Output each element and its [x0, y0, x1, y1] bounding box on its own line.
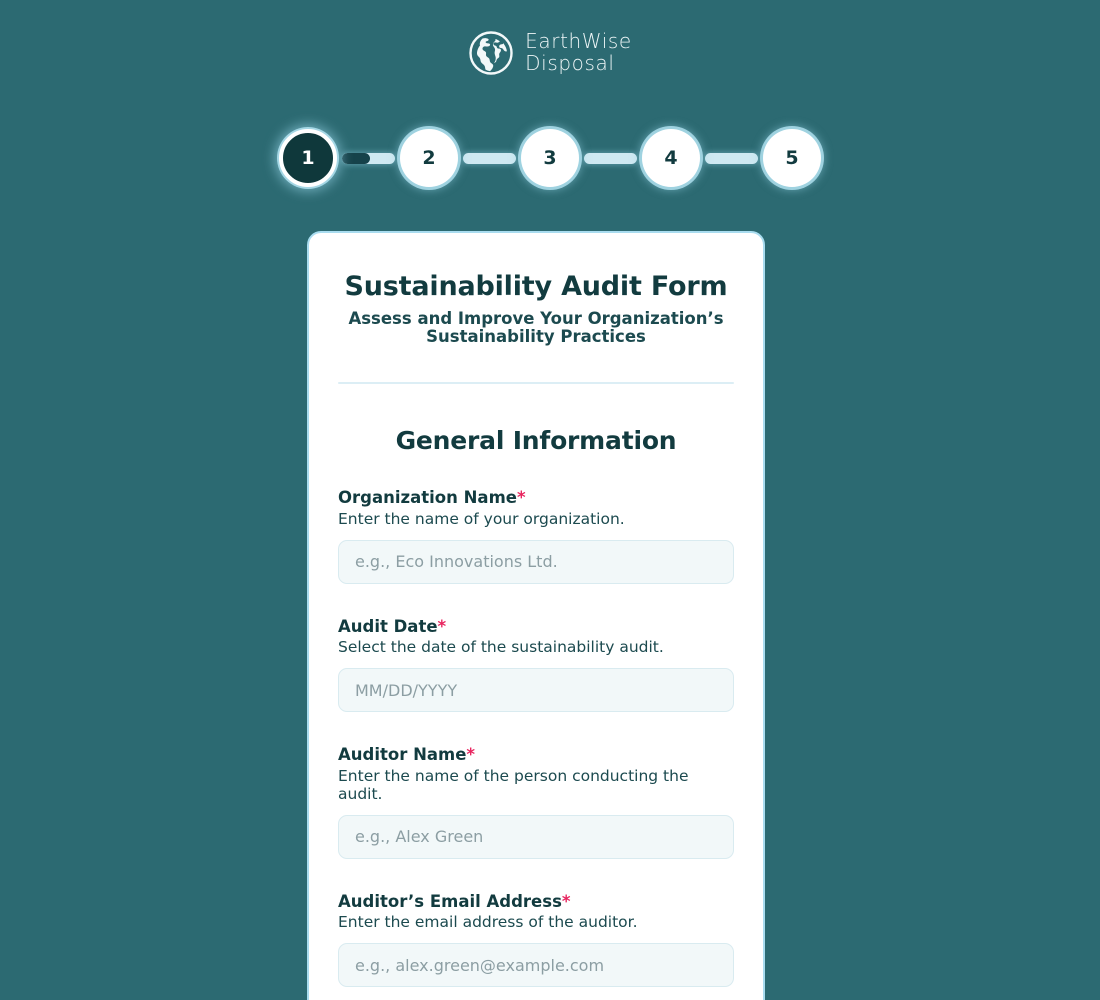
field-help-auditor-name: Enter the name of the person conducting … — [338, 766, 689, 803]
required-asterisk: * — [466, 745, 476, 765]
brand-line-2: Disposal — [525, 51, 615, 75]
required-asterisk: * — [437, 616, 447, 636]
auditor-name-input[interactable] — [338, 814, 734, 859]
field-label-text: Audit Date — [338, 616, 438, 636]
step-indicator-4[interactable]: 4 — [642, 129, 700, 187]
step-connector-1-fill — [342, 152, 370, 164]
page-title: Sustainability Audit Form — [344, 271, 728, 302]
required-asterisk: * — [516, 487, 526, 507]
field-help-audit-date: Select the date of the sustainability au… — [338, 638, 664, 657]
field-label-auditor-name: Auditor Name* — [338, 745, 734, 765]
globe-icon — [468, 30, 514, 76]
audit-date-input[interactable] — [338, 668, 734, 713]
step-number-2: 2 — [422, 147, 436, 169]
step-indicator-2[interactable]: 2 — [400, 129, 458, 187]
step-indicator-3[interactable]: 3 — [521, 129, 579, 187]
step-connector-3 — [584, 152, 637, 164]
auditor-email-input[interactable] — [338, 943, 734, 988]
field-audit-date: Audit Date* Select the date of the susta… — [338, 617, 734, 713]
step-indicator-5[interactable]: 5 — [763, 129, 821, 187]
field-organization-name: Organization Name* Enter the name of you… — [338, 488, 734, 584]
brand-header: EarthWise Disposal — [0, 30, 1100, 76]
step-connector-4 — [705, 152, 758, 164]
step-connector-1 — [342, 152, 395, 164]
field-auditor-email: Auditor’s Email Address* Enter the email… — [338, 892, 734, 988]
field-help-organization-name: Enter the name of your organization. — [338, 509, 625, 528]
field-label-auditor-email: Auditor’s Email Address* — [338, 892, 734, 912]
page-subtitle: Assess and Improve Your Organization’s S… — [348, 309, 724, 347]
step-indicator-1[interactable]: 1 — [279, 129, 337, 187]
field-label-text: Auditor’s Email Address — [338, 891, 562, 911]
step-connector-2 — [463, 152, 516, 164]
field-auditor-name: Auditor Name* Enter the name of the pers… — [338, 745, 734, 859]
field-label-audit-date: Audit Date* — [338, 617, 734, 637]
organization-name-input[interactable] — [338, 539, 734, 584]
field-label-organization-name: Organization Name* — [338, 488, 734, 508]
header-divider — [338, 381, 734, 384]
field-label-text: Organization Name — [338, 487, 517, 507]
progress-stepper: 1 2 3 4 5 — [0, 129, 1100, 187]
step-number-3: 3 — [543, 147, 557, 169]
form-card: Sustainability Audit Form Assess and Imp… — [307, 231, 765, 1000]
brand-text: EarthWise Disposal — [525, 31, 632, 74]
required-asterisk: * — [561, 891, 571, 911]
app-root: EarthWise Disposal 1 2 3 4 5 Sustainabil… — [0, 0, 1100, 1000]
step-number-1: 1 — [301, 147, 315, 169]
step-number-5: 5 — [785, 147, 799, 169]
field-label-text: Auditor Name — [338, 745, 467, 765]
section-title-general-information: General Information — [395, 425, 677, 455]
field-help-auditor-email: Enter the email address of the auditor. — [338, 913, 638, 932]
step-number-4: 4 — [664, 147, 678, 169]
brand-line-1: EarthWise — [525, 29, 632, 54]
